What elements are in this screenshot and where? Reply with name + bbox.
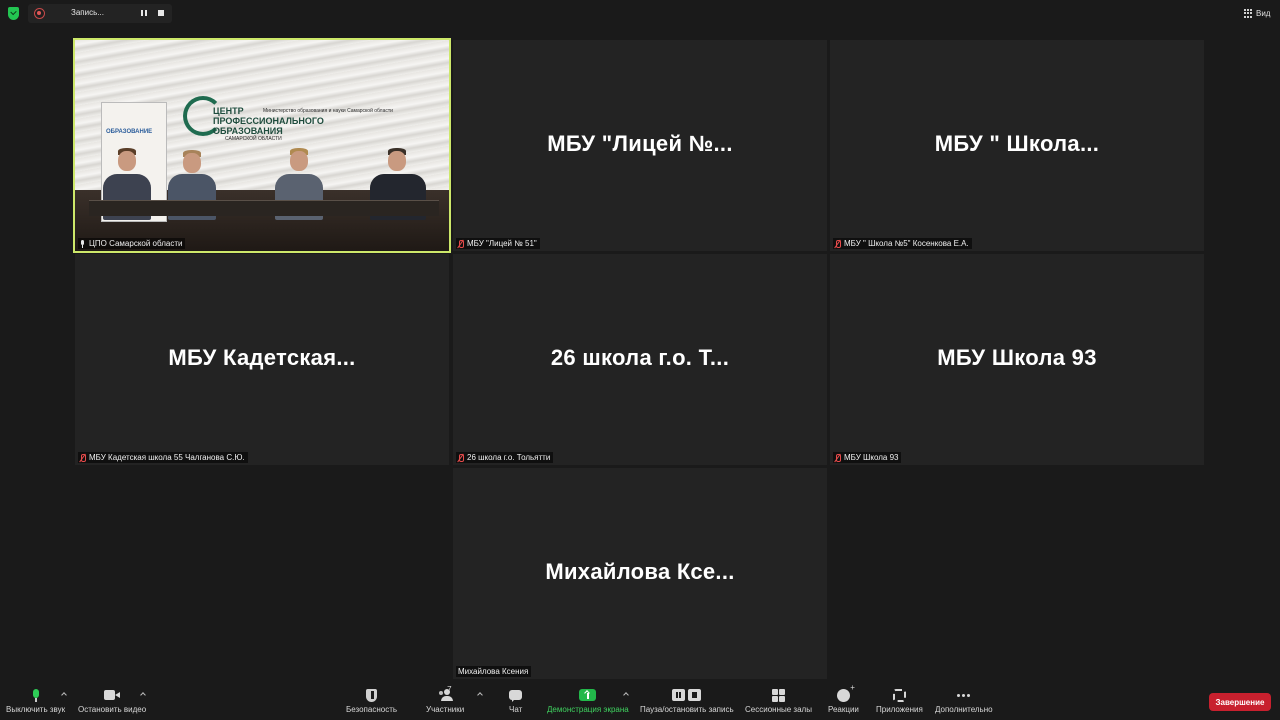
- participant-tile[interactable]: МБУ " Школа... МБУ " Школа №5" Косенкова…: [830, 40, 1204, 251]
- microphone-icon: [32, 688, 40, 702]
- participants-button[interactable]: 7 Участники: [426, 685, 465, 714]
- pause-stop-recording-label: Пауза/остановить запись: [640, 705, 734, 714]
- video-banner-text: ОБРАЗОВАНИЕ: [106, 129, 153, 135]
- end-meeting-button[interactable]: Завершение: [1209, 693, 1271, 711]
- security-shield-icon[interactable]: [8, 7, 19, 20]
- view-grid-icon: [1244, 9, 1253, 18]
- chat-icon: [509, 690, 523, 702]
- participant-name-label: МБУ Школа 93: [833, 452, 902, 463]
- participant-name-label: ЦПО Самарской области: [78, 238, 186, 249]
- participant-name-label: 26 школа г.о. Тольятти: [456, 452, 554, 463]
- breakout-rooms-label: Сессионные залы: [745, 705, 812, 714]
- stop-recording-icon[interactable]: [158, 10, 164, 16]
- participant-display-name: Михайлова Ксе...: [545, 559, 735, 584]
- stop-video-label: Остановить видео: [78, 705, 147, 714]
- participant-name: ЦПО Самарской области: [89, 239, 183, 248]
- chat-button[interactable]: Чат: [509, 687, 522, 714]
- pause-recording-icon[interactable]: [140, 9, 148, 17]
- video-table: [89, 200, 439, 216]
- reactions-button[interactable]: Реакции: [828, 683, 859, 715]
- video-ministry-text: Министерство образования и науки Самарск…: [263, 108, 393, 114]
- participant-tile[interactable]: МБУ "Лицей №... МБУ "Лицей № 51": [453, 40, 827, 251]
- participant-display-name: 26 школа г.о. Т...: [550, 345, 730, 370]
- participant-name: Михайлова Ксения: [458, 667, 529, 676]
- muted-mic-icon: [458, 239, 464, 248]
- share-screen-button[interactable]: Демонстрация экрана: [547, 687, 629, 714]
- muted-mic-icon: [458, 453, 464, 462]
- participant-name: МБУ "Лицей № 51": [467, 239, 537, 248]
- reactions-label: Реакции: [828, 705, 859, 714]
- participant-name: 26 школа г.о. Тольятти: [467, 453, 551, 462]
- view-label: Вид: [1256, 9, 1271, 18]
- camera-icon: [104, 690, 121, 700]
- breakout-rooms-button[interactable]: Сессионные залы: [745, 687, 812, 714]
- participant-name-label: МБУ "Лицей № 51": [456, 238, 540, 249]
- participant-name-label: МБУ " Школа №5" Косенкова Е.А.: [833, 238, 972, 249]
- participants-label: Участники: [426, 705, 465, 714]
- microphone-icon: [80, 239, 86, 248]
- pause-stop-recording-button[interactable]: Пауза/остановить запись: [640, 687, 734, 714]
- stop-video-button[interactable]: Остановить видео: [78, 687, 146, 714]
- video-options-caret-icon[interactable]: [140, 691, 146, 697]
- pause-stop-recording-icon: [672, 689, 702, 701]
- security-label: Безопасность: [346, 705, 398, 714]
- muted-mic-icon: [835, 239, 841, 248]
- participant-tile[interactable]: 26 школа г.о. Т... 26 школа г.о. Тольятт…: [453, 254, 827, 465]
- participant-display-name: МБУ "Лицей №...: [547, 131, 733, 156]
- shield-icon: [366, 688, 378, 702]
- more-button[interactable]: Дополнительно: [935, 687, 993, 714]
- recording-label: Запись...: [71, 8, 104, 17]
- recording-dot-icon: [34, 8, 45, 19]
- muted-mic-icon: [80, 453, 86, 462]
- participant-name: МБУ Кадетская школа 55 Чалганова С.Ю.: [89, 453, 245, 462]
- more-label: Дополнительно: [935, 705, 993, 714]
- audio-options-caret-icon[interactable]: [61, 691, 67, 697]
- security-button[interactable]: Безопасность: [346, 687, 397, 714]
- share-screen-label: Демонстрация экрана: [547, 705, 629, 714]
- participant-name: МБУ " Школа №5" Косенкова Е.А.: [844, 239, 969, 248]
- video-logo-subtitle: САМАРСКОЙ ОБЛАСТИ: [225, 136, 282, 142]
- chat-label: Чат: [509, 705, 523, 714]
- participants-caret-icon[interactable]: [477, 691, 483, 697]
- participant-display-name: МБУ " Школа...: [934, 131, 1100, 156]
- view-button[interactable]: Вид: [1244, 7, 1270, 20]
- apps-button[interactable]: Приложения: [876, 687, 923, 714]
- mute-label: Выключить звук: [6, 705, 66, 714]
- apps-icon: [892, 688, 906, 702]
- participant-name-label: МБУ Кадетская школа 55 Чалганова С.Ю.: [78, 452, 248, 463]
- reactions-icon: [836, 683, 855, 702]
- participant-display-name: МБУ Кадетская...: [168, 345, 356, 370]
- participants-count: 7: [447, 685, 452, 694]
- participant-name: МБУ Школа 93: [844, 453, 899, 462]
- top-bar: Запись... Вид: [0, 0, 1280, 28]
- mute-button[interactable]: Выключить звук: [6, 687, 65, 714]
- participant-tile[interactable]: МБУ Школа 93 МБУ Школа 93: [830, 254, 1204, 465]
- muted-mic-icon: [835, 453, 841, 462]
- participant-tile-video[interactable]: ОБРАЗОВАНИЕ ЦЕНТР ПРОФЕССИОНАЛЬНОГО ОБРА…: [73, 38, 451, 253]
- participant-display-name: МБУ Школа 93: [937, 345, 1097, 370]
- share-screen-icon: [579, 689, 597, 701]
- breakout-rooms-icon: [771, 688, 785, 702]
- participant-tile[interactable]: МБУ Кадетская... МБУ Кадетская школа 55 …: [75, 254, 449, 465]
- participant-name-label: Михайлова Ксения: [456, 666, 532, 677]
- apps-label: Приложения: [876, 705, 923, 714]
- meeting-toolbar: Выключить звук Остановить видео Безопасн…: [0, 682, 1280, 720]
- participant-tile[interactable]: Михайлова Ксе... Михайлова Ксения: [453, 468, 827, 679]
- more-icon: [957, 693, 971, 697]
- share-options-caret-icon[interactable]: [623, 691, 629, 697]
